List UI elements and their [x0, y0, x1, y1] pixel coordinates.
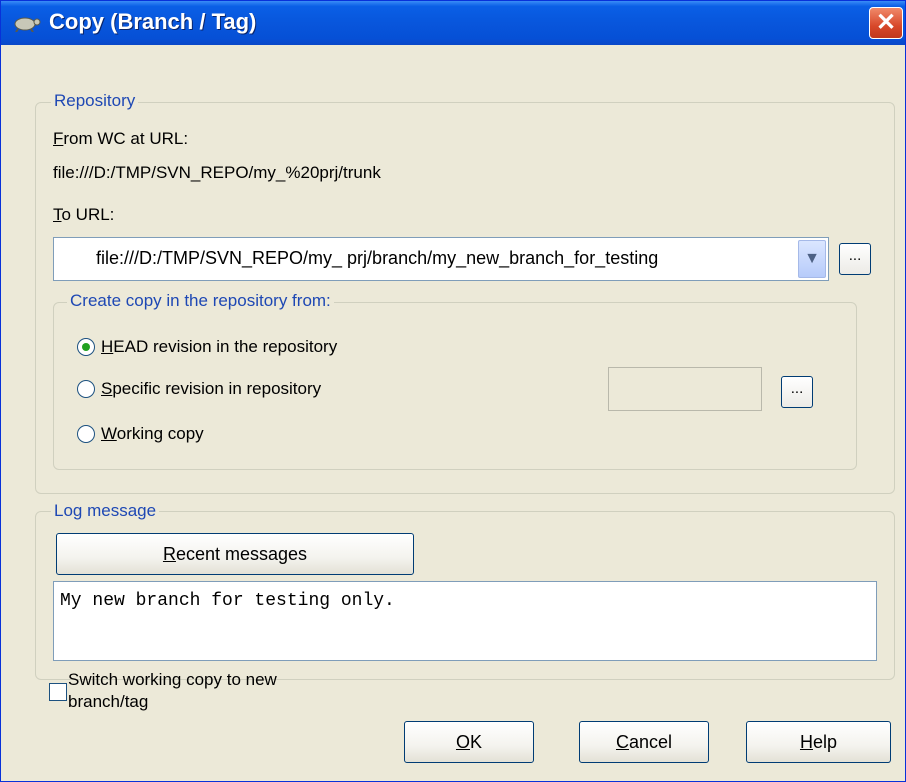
recent-messages-button[interactable]: Recent messages: [56, 533, 414, 575]
switch-working-copy-checkbox[interactable]: [49, 683, 67, 701]
head-revision-radio[interactable]: [77, 338, 95, 356]
chevron-down-icon: ▼: [804, 250, 820, 267]
close-button[interactable]: ✕: [869, 7, 903, 39]
ok-button[interactable]: OK: [404, 721, 534, 763]
working-copy-radio[interactable]: [77, 425, 95, 443]
head-revision-label[interactable]: HEAD revision in the repository: [101, 337, 337, 357]
to-url-combobox[interactable]: file:///D:/TMP/SVN_REPO/my_ prj/branch/m…: [53, 237, 829, 281]
revision-number-input[interactable]: [608, 367, 762, 411]
switch-working-copy-label-line1[interactable]: Switch working copy to new: [68, 670, 277, 690]
specific-revision-radio[interactable]: [77, 380, 95, 398]
to-url-label: To URL:: [53, 205, 115, 224]
radio-selected-dot: [82, 343, 90, 351]
copy-from-group-label: Create copy in the repository from:: [67, 291, 334, 311]
specific-revision-label[interactable]: Specific revision in repository: [101, 379, 321, 399]
help-button[interactable]: Help: [746, 721, 891, 763]
cancel-button[interactable]: Cancel: [579, 721, 709, 763]
browse-to-url-button[interactable]: ...: [839, 243, 871, 275]
show-log-button[interactable]: ...: [781, 376, 813, 408]
tortoise-icon: [14, 17, 41, 32]
title-bar[interactable]: Copy (Branch / Tag) ✕: [1, 1, 905, 45]
to-url-value: file:///D:/TMP/SVN_REPO/my_ prj/branch/m…: [96, 248, 659, 268]
log-message-group-label: Log message: [51, 501, 160, 521]
window-title: Copy (Branch / Tag): [49, 9, 257, 34]
from-url-value: file:///D:/TMP/SVN_REPO/my_%20prj/trunk: [53, 163, 381, 182]
repository-group-label: Repository: [51, 91, 139, 111]
copy-branch-tag-dialog: Copy (Branch / Tag) ✕ Repository From WC…: [0, 0, 906, 782]
close-icon: ✕: [875, 9, 897, 36]
working-copy-label[interactable]: Working copy: [101, 424, 204, 444]
dropdown-button[interactable]: ▼: [798, 240, 826, 278]
log-message-textarea[interactable]: My new branch for testing only.: [53, 581, 877, 661]
switch-working-copy-label-line2[interactable]: branch/tag: [68, 692, 148, 712]
from-url-label: From WC at URL:: [53, 129, 189, 148]
